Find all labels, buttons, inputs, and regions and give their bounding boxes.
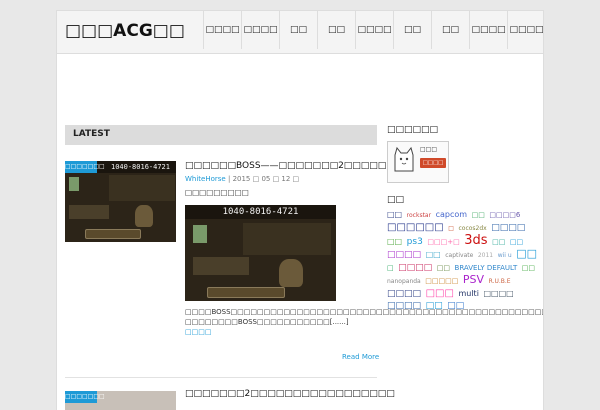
tag-link[interactable]: □□ [426,250,441,259]
post-excerpt: □□□□BOSS□□□□□□□□□□□□□□□□□□□□□□□□□□□□□□□□… [185,307,543,337]
tag-link[interactable]: R.U.B.E [489,278,511,285]
nav-item-2[interactable]: □□□□ [241,11,279,49]
tag-link[interactable]: □ [387,264,394,272]
tag-link[interactable]: □□□□ [387,289,421,299]
post-thumbnail[interactable]: 1040-8016-4721 □□□□□□□ [65,161,176,242]
tag-link[interactable]: □□□□ [483,289,513,298]
post-image[interactable]: 1040-8016-4721 [185,205,336,301]
tag-link[interactable]: wii u [498,252,512,259]
tag-link[interactable]: 2011 [478,252,493,259]
nav-item-6[interactable]: □□ [393,11,431,49]
tag-link[interactable]: □□ [437,264,450,272]
tag-link[interactable]: cocos2dx [458,225,486,232]
tag-link[interactable]: □□ [387,237,402,246]
post-date: 2015 □ 05 □ 12 □ [232,175,300,183]
image-avatar [193,225,207,243]
tag-link[interactable]: □□□+□ [427,238,459,246]
page-container: □□□ACG□□ □□□□ □□□□ □□ □□ □□□□ □□ □□ □□□□… [56,10,544,410]
post-author[interactable]: WhiteHorse [185,175,226,183]
tag-link[interactable]: □□□□ [398,263,432,273]
nav-item-3[interactable]: □□ [279,11,317,49]
tag-link[interactable]: □□ [387,210,402,219]
tag-link[interactable]: rockstar [407,212,431,219]
image-grid [243,223,331,255]
tag-link[interactable]: ps3 [407,237,423,247]
cat-avatar-icon [394,146,414,172]
latest-label: LATEST [73,129,110,139]
nav-item-5[interactable]: □□□□ [355,11,393,49]
tag-cloud: □□ rockstar capcom □□ □□□□6 □□□□□□ □ coc… [387,209,541,312]
tag-link[interactable]: multi [458,289,478,298]
thumbnail-button [85,229,141,239]
login-widget: □□□ □□□□ [387,141,449,183]
character-avatar [69,177,79,191]
tag-link[interactable]: □□□□6 [489,211,520,219]
category-tag[interactable]: □□□□□□□ [65,391,105,403]
site-logo[interactable]: □□□ACG□□ [65,21,185,41]
post-title[interactable]: □□□□□□□2□□□□□□□□□□□□□□□□□ [185,389,395,399]
tag-link[interactable]: □ [448,225,454,232]
tag-link[interactable]: □□□□□ [425,277,458,285]
tag-link[interactable]: □□□ [426,288,454,299]
tag-link[interactable]: □□□□ [387,301,421,311]
tag-link[interactable]: captivate [445,252,473,259]
latest-section-header: LATEST [65,125,377,145]
tag-link[interactable]: □□ [472,211,485,219]
image-button [207,287,285,298]
image-figure [279,259,303,287]
tag-link[interactable]: □□ [510,238,523,246]
nav-item-7[interactable]: □□ [431,11,469,49]
image-code: 1040-8016-4721 [185,205,336,219]
thumbnail-grid [109,175,175,201]
more-link[interactable]: □□□□ [185,328,211,336]
tag-link[interactable]: PSV [463,273,484,286]
tag-link[interactable]: BRAVELY DEFAULT [455,264,518,272]
main-nav: □□□□ □□□□ □□ □□ □□□□ □□ □□ □□□□ □□□□ [203,11,543,53]
read-more-link[interactable]: Read More [342,353,379,361]
thumbnail-stats [69,205,109,219]
nav-item-1[interactable]: □□□□ [203,11,241,49]
tag-link[interactable]: □□ [426,301,443,311]
tag-link[interactable]: 3ds [464,233,487,248]
tag-link[interactable]: □□□□ [387,250,421,260]
site-header: □□□ACG□□ □□□□ □□□□ □□ □□ □□□□ □□ □□ □□□□… [57,11,543,54]
login-label[interactable]: □□□ [420,146,437,153]
image-stats [193,257,249,275]
nav-item-8[interactable]: □□□□ [469,11,507,49]
login-widget-title: □□□□□□ [387,125,439,135]
nav-item-4[interactable]: □□ [317,11,355,49]
tags-widget-title: □□ [387,195,405,205]
post-thumbnail[interactable]: □□□□□□□ [65,391,176,410]
tag-link[interactable]: □□ [516,247,537,260]
nav-item-9[interactable]: □□□□ [507,11,543,49]
post-divider [65,377,377,378]
tag-link[interactable]: □□ [447,301,464,311]
post-meta: WhiteHorse | 2015 □ 05 □ 12 □ [185,175,299,183]
tag-link[interactable]: □□□□ [491,223,525,233]
tag-link[interactable]: □□□□□□ [387,222,444,233]
tag-link[interactable]: nanopanda [387,278,421,285]
tag-link[interactable]: capcom [436,210,467,219]
login-button[interactable]: □□□□ [420,158,446,168]
post-subtitle: □□□□□□□□□ [185,188,249,197]
character-figure [135,205,153,227]
category-tag[interactable]: □□□□□□□ [65,161,105,173]
tag-link[interactable]: □□ [492,238,505,246]
tag-link[interactable]: □□ [522,264,535,272]
